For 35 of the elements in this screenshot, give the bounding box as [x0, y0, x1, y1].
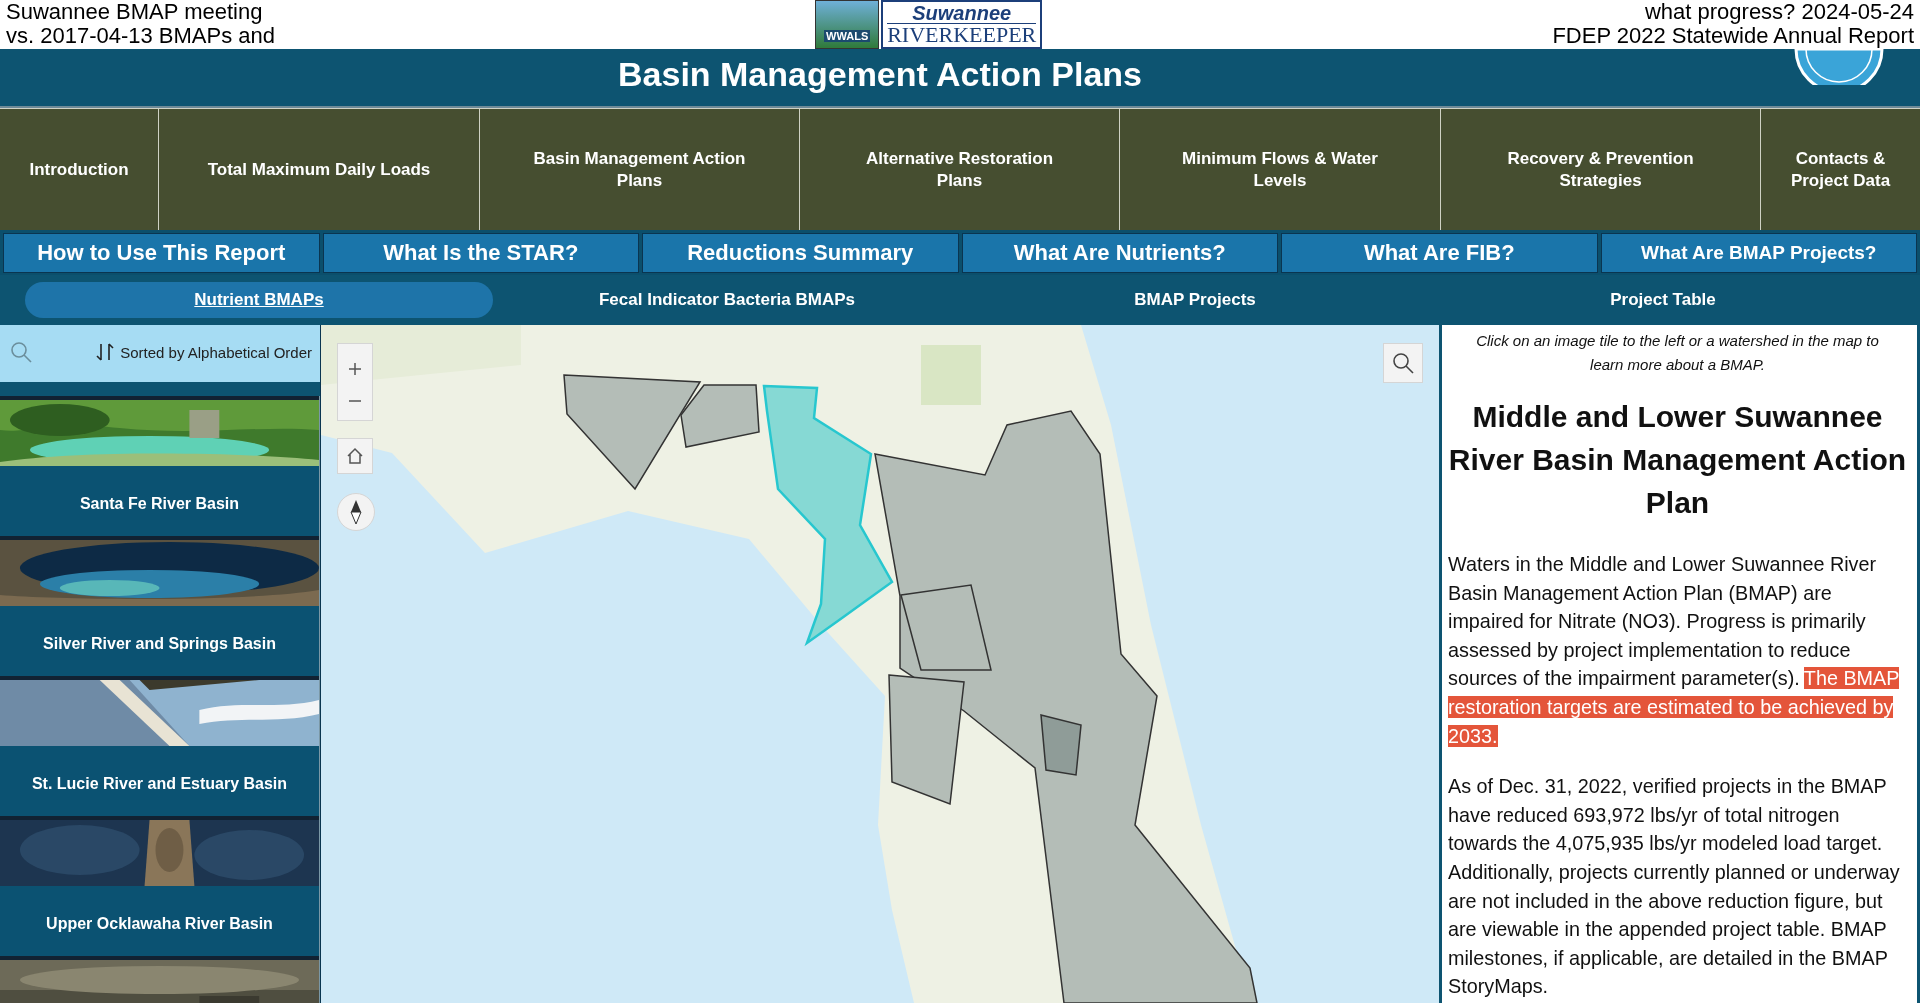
basin-tile[interactable]: St. Lucie River and Estuary Basin	[0, 676, 319, 816]
tab[interactable]: Nutrient BMAPs	[25, 282, 493, 318]
logo-badge: WWALS	[815, 0, 880, 49]
basin-tile[interactable]: Silver River and Springs Basin	[0, 536, 319, 676]
hint-text: Click on an image tile to the left or a watershed in the map to learn more about a BMAP.	[1475, 331, 1880, 375]
sort-label: Sorted by Alphabetical Order	[120, 343, 312, 361]
zoom-out-icon[interactable]	[347, 399, 363, 403]
report-button[interactable]: Reductions Summary	[642, 233, 959, 273]
home-button[interactable]	[337, 438, 373, 474]
tab[interactable]: Project Table	[1429, 282, 1897, 318]
caption-text: vs. 2017-04-13 BMAPs and	[6, 24, 276, 48]
body-paragraph: Waters in the Middle and Lower Suwannee River Basin Management Action Plan (BMAP) are impaired for Nitrate (NO3). Progress is primarily assessed by project implementation to reduce sources of the impairment parameter(s). The BMAP restoration targets are estimated to be achieved by 2033.	[1448, 552, 1901, 749]
caption-text: FDEP 2022 Statewide Annual Report	[1552, 24, 1914, 48]
page-title: Basin Management Action Plans	[618, 55, 1142, 94]
compass-icon	[350, 499, 362, 525]
search-button[interactable]	[1383, 343, 1423, 383]
caption-text: Suwannee BMAP meeting	[6, 0, 264, 24]
report-button[interactable]: What Are Nutrients?	[961, 233, 1278, 273]
search-icon	[1392, 352, 1414, 374]
tab[interactable]: BMAP Projects	[961, 282, 1429, 318]
report-button[interactable]: What Are BMAP Projects?	[1600, 233, 1917, 273]
sort-icon[interactable]	[96, 342, 115, 362]
caption-text: what progress? 2024-05-24	[1644, 0, 1914, 24]
body-paragraph: As of Dec. 31, 2022, verified projects in the BMAP have reduced 693,972 lbs/yr of total nitrogen towards the 4,075,935 lbs/yr modeled load target. Additionally, projects currently planned or underway are not included in the above reduction figure, but are viewable in the appended project table. BMAP milestones, if applicable, are detailed in the BMAP StoryMaps.	[1448, 774, 1901, 1000]
home-icon	[346, 447, 364, 465]
tab[interactable]: Fecal Indicator Bacteria BMAPs	[493, 282, 961, 318]
report-button[interactable]: What Are FIB?	[1281, 233, 1598, 273]
search-icon[interactable]	[10, 341, 32, 363]
zoom-in-icon[interactable]	[347, 361, 363, 377]
report-button[interactable]: How to Use This Report	[3, 233, 320, 273]
basin-tile[interactable]: Upper Ocklawaha River Basin	[0, 816, 319, 956]
basin-tile[interactable]: Santa Fe River Basin	[0, 396, 319, 536]
logo-wordmark: Suwannee RIVERKEEPER	[881, 0, 1043, 49]
report-button[interactable]: What Is the STAR?	[322, 233, 639, 273]
bmap-heading: Middle and Lower Suwannee River Basin Management Action Plan	[1448, 399, 1907, 521]
